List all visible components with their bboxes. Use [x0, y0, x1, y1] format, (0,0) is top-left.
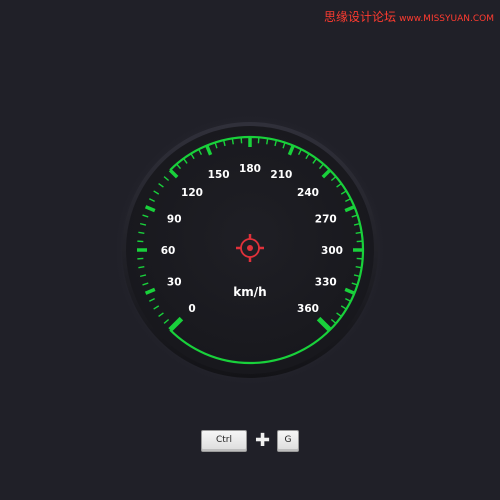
- ctrl-key: Ctrl: [201, 430, 247, 452]
- g-key: G: [277, 430, 299, 452]
- keyboard-shortcut: Ctrl ✚ G: [0, 428, 500, 454]
- scale-label: 60: [161, 245, 176, 257]
- scale-label: 0: [188, 303, 195, 315]
- minor-tick: [266, 138, 269, 145]
- minor-tick: [138, 266, 145, 269]
- minor-tick: [355, 231, 362, 234]
- scale-label: 120: [181, 187, 203, 199]
- speedometer-svg: 0 30 60 90 120 150 180 210 240 270 300 330 360 km/h: [110, 110, 390, 390]
- plus-icon: ✚: [255, 430, 271, 451]
- scale-label: 210: [270, 169, 292, 181]
- scale-label: 240: [297, 187, 319, 199]
- minor-tick: [231, 138, 234, 145]
- scale-label: 30: [167, 276, 182, 288]
- scale-label: 300: [321, 245, 343, 257]
- speedometer: 0 30 60 90 120 150 180 210 240 270 300 330 360 km/h: [0, 0, 500, 500]
- speed-unit-label: km/h: [233, 285, 266, 299]
- scale-label: 90: [167, 214, 182, 226]
- scale-label: 180: [239, 163, 261, 175]
- scale-label: 330: [315, 276, 337, 288]
- scale-label: 360: [297, 303, 319, 315]
- scale-label: 270: [315, 214, 337, 226]
- scale-label: 150: [208, 169, 230, 181]
- minor-tick: [355, 266, 362, 269]
- minor-tick: [138, 231, 145, 234]
